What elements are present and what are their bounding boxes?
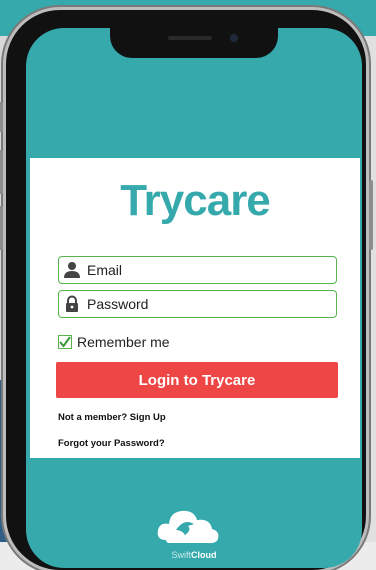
password-placeholder: Password — [87, 296, 149, 312]
app-logo-text: Trycare — [120, 176, 271, 225]
phone-volume-down — [0, 206, 3, 250]
phone-screen: Trycare Email Password Remember me Login… — [26, 28, 362, 568]
lock-icon — [61, 293, 83, 315]
remember-checkbox[interactable] — [58, 335, 72, 349]
remember-me-row[interactable]: Remember me — [58, 334, 170, 350]
forgot-password-link[interactable]: Forgot your Password? — [58, 438, 165, 449]
remember-label: Remember me — [77, 334, 170, 350]
password-field[interactable]: Password — [58, 290, 337, 318]
speaker-grille — [168, 36, 212, 40]
footer-brand-suffix: Cloud — [191, 550, 217, 560]
phone-volume-up — [0, 150, 3, 194]
phone-power-button — [369, 180, 373, 250]
phone-frame: Trycare Email Password Remember me Login… — [0, 10, 373, 570]
user-icon — [61, 259, 83, 281]
login-card: Trycare Email Password Remember me Login… — [30, 158, 360, 458]
phone-mute-switch — [0, 102, 3, 132]
email-placeholder: Email — [87, 262, 123, 278]
login-button[interactable]: Login to Trycare — [56, 362, 338, 398]
signup-link[interactable]: Not a member? Sign Up — [58, 412, 166, 423]
cloud-bird-logo — [157, 510, 219, 544]
footer-brand-prefix: Swift — [171, 550, 191, 560]
front-camera — [230, 34, 238, 42]
footer-brand: SwiftCloud — [26, 550, 362, 560]
checkmark-icon — [59, 336, 71, 348]
email-field[interactable]: Email — [58, 256, 337, 284]
phone-notch — [110, 28, 278, 58]
